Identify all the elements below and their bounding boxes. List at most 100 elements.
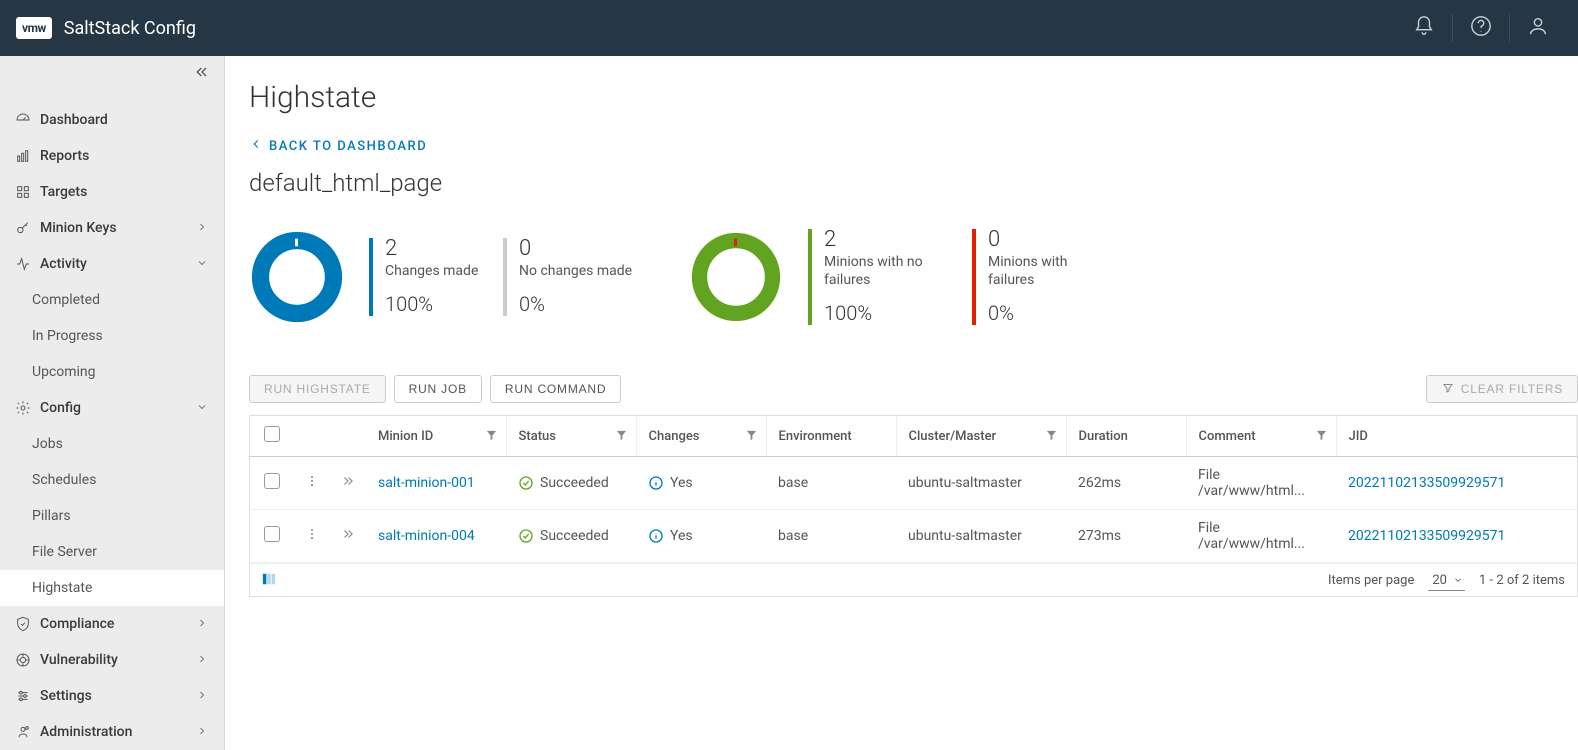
header-label: JID [1349,429,1368,444]
changes-header[interactable]: Changes [636,416,766,457]
chevron-right-icon [196,617,210,631]
sidebar-item-minion-keys[interactable]: Minion Keys [0,210,224,246]
filter-icon[interactable] [616,430,628,442]
admin-icon [14,723,32,741]
table-header-row: Minion ID Status Changes Environment Clu… [250,416,1577,457]
row-actions[interactable] [294,457,330,510]
kebab-icon [305,476,319,492]
chevron-right-icon [196,221,210,235]
header-label: Cluster/Master [909,429,997,444]
minion-id-cell[interactable]: salt-minion-004 [366,510,506,563]
app-header: vmw SaltStack Config [0,0,1578,56]
duration-header[interactable]: Duration [1066,416,1186,457]
stat-value: 2 [385,238,479,260]
sidebar-item-label: Minion Keys [40,220,117,236]
header-separator [1509,14,1510,42]
sidebar-item-completed[interactable]: Completed [0,282,224,318]
row-expand[interactable] [330,457,366,510]
items-per-page-select[interactable]: 20 [1428,573,1465,588]
kebab-icon [305,529,319,545]
user-menu-button[interactable] [1514,0,1562,56]
back-to-dashboard-link[interactable]: BACK TO DASHBOARD [249,137,427,155]
items-per-page-label: Items per page [1328,573,1414,588]
jid-header[interactable]: JID [1336,416,1577,457]
columns-picker-button[interactable] [262,572,278,588]
sidebar-item-upcoming[interactable]: Upcoming [0,354,224,390]
pagination-range: 1 - 2 of 2 items [1479,573,1565,588]
sidebar-item-label: Completed [32,292,100,308]
stat-percent: 0% [988,301,1112,325]
run-command-button[interactable]: RUN COMMAND [490,375,621,403]
stat-percent: 0% [519,292,632,316]
run-highstate-button[interactable]: RUN HIGHSTATE [249,375,386,403]
sidebar-item-jobs[interactable]: Jobs [0,426,224,462]
compliance-icon [14,615,32,633]
environment-header[interactable]: Environment [766,416,896,457]
minion-id-header[interactable]: Minion ID [366,416,506,457]
checkbox-icon[interactable] [264,426,280,442]
changes-made-stat: 2 Changes made 100% [369,238,479,316]
sidebar-item-config[interactable]: Config [0,390,224,426]
sidebar-item-compliance[interactable]: Compliance [0,606,224,642]
sidebar-item-in-progress[interactable]: In Progress [0,318,224,354]
sidebar-item-targets[interactable]: Targets [0,174,224,210]
sidebar-collapse-button[interactable] [0,56,224,92]
page-title: Highstate [249,80,1578,115]
table-row: salt-minion-001SucceededYesbaseubuntu-sa… [250,457,1577,510]
run-job-button[interactable]: RUN JOB [394,375,482,403]
sidebar-item-schedules[interactable]: Schedules [0,462,224,498]
sidebar-item-vulnerability[interactable]: Vulnerability [0,642,224,678]
expand-header [330,416,366,457]
changes-stat-group: 2 Changes made 100% 0 No changes made 0% [249,229,632,325]
sidebar-item-reports[interactable]: Reports [0,138,224,174]
cluster-header[interactable]: Cluster/Master [896,416,1066,457]
sidebar-item-highstate[interactable]: Highstate [0,570,224,606]
stat-label: No changes made [519,262,632,280]
filter-icon[interactable] [1316,430,1328,442]
app-title: SaltStack Config [64,18,196,39]
sidebar-item-file-server[interactable]: File Server [0,534,224,570]
sidebar-item-dashboard[interactable]: Dashboard [0,102,224,138]
sidebar: Dashboard Reports Targets Minion Keys Activi… [0,56,225,750]
sidebar-item-administration[interactable]: Administration [0,714,224,750]
success-icon [518,528,534,544]
sidebar-item-pillars[interactable]: Pillars [0,498,224,534]
minions-failures-stat: 0 Minions with failures 0% [972,229,1112,325]
clear-filters-button[interactable]: CLEAR FILTERS [1426,375,1578,403]
row-select[interactable] [250,510,294,563]
stat-label: Changes made [385,262,479,280]
chevron-down-icon [196,257,210,271]
filter-icon[interactable] [1046,430,1058,442]
info-icon [648,528,664,544]
sidebar-item-settings[interactable]: Settings [0,678,224,714]
select-all-header[interactable] [250,416,294,457]
sidebar-item-label: Reports [40,148,89,164]
sidebar-item-label: Pillars [32,508,71,524]
filter-icon[interactable] [486,430,498,442]
jid-cell[interactable]: 20221102133509929571 [1336,457,1577,510]
minion-id-cell[interactable]: salt-minion-001 [366,457,506,510]
stat-percent: 100% [824,301,948,325]
dashboard-icon [14,111,32,129]
cluster-cell: ubuntu-saltmaster [896,457,1066,510]
row-select[interactable] [250,457,294,510]
filter-icon[interactable] [746,430,758,442]
table-footer: Items per page 20 1 - 2 of 2 items [250,563,1577,596]
clear-filters-label: CLEAR FILTERS [1461,382,1563,396]
sidebar-item-activity[interactable]: Activity [0,246,224,282]
checkbox-icon[interactable] [264,473,280,489]
help-button[interactable] [1457,0,1505,56]
header-logo: vmw SaltStack Config [16,17,196,39]
row-actions[interactable] [294,510,330,563]
header-label: Minion ID [378,429,433,444]
stat-percent: 100% [385,292,479,316]
comment-header[interactable]: Comment [1186,416,1336,457]
jid-cell[interactable]: 20221102133509929571 [1336,510,1577,563]
sidebar-item-label: Activity [40,256,87,272]
row-expand[interactable] [330,510,366,563]
checkbox-icon[interactable] [264,526,280,542]
sidebar-item-label: Vulnerability [40,652,118,668]
status-header[interactable]: Status [506,416,636,457]
sidebar-item-label: Compliance [40,616,114,632]
notifications-button[interactable] [1400,0,1448,56]
